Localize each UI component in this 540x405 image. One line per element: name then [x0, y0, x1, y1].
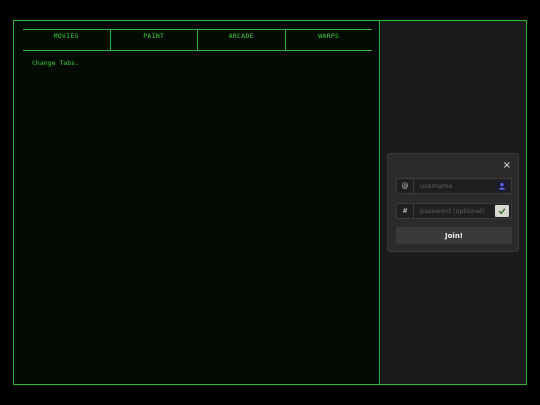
password-field: #	[396, 203, 512, 219]
hash-prefix: #	[397, 204, 414, 218]
user-avatar-icon[interactable]	[495, 180, 509, 192]
tab-movies[interactable]: MOVIES	[23, 30, 110, 50]
username-input[interactable]	[414, 179, 495, 193]
join-button[interactable]: Join!	[396, 227, 512, 244]
password-input[interactable]	[414, 204, 495, 218]
tab-warps[interactable]: WARPS	[284, 30, 373, 50]
tab-paint[interactable]: PAINT	[109, 30, 198, 50]
at-prefix: @	[397, 179, 414, 193]
join-dialog: × @ # Join!	[387, 153, 519, 252]
tab-bar: MOVIES PAINT ARCADE WARPS	[23, 29, 372, 51]
username-field: @	[396, 178, 512, 194]
tab-arcade[interactable]: ARCADE	[197, 30, 285, 50]
main-panel: MOVIES PAINT ARCADE WARPS Change Tabs.	[14, 21, 380, 384]
change-tabs-hint: Change Tabs.	[32, 59, 79, 67]
checkmark-icon[interactable]	[495, 205, 509, 217]
close-icon[interactable]: ×	[503, 161, 511, 171]
